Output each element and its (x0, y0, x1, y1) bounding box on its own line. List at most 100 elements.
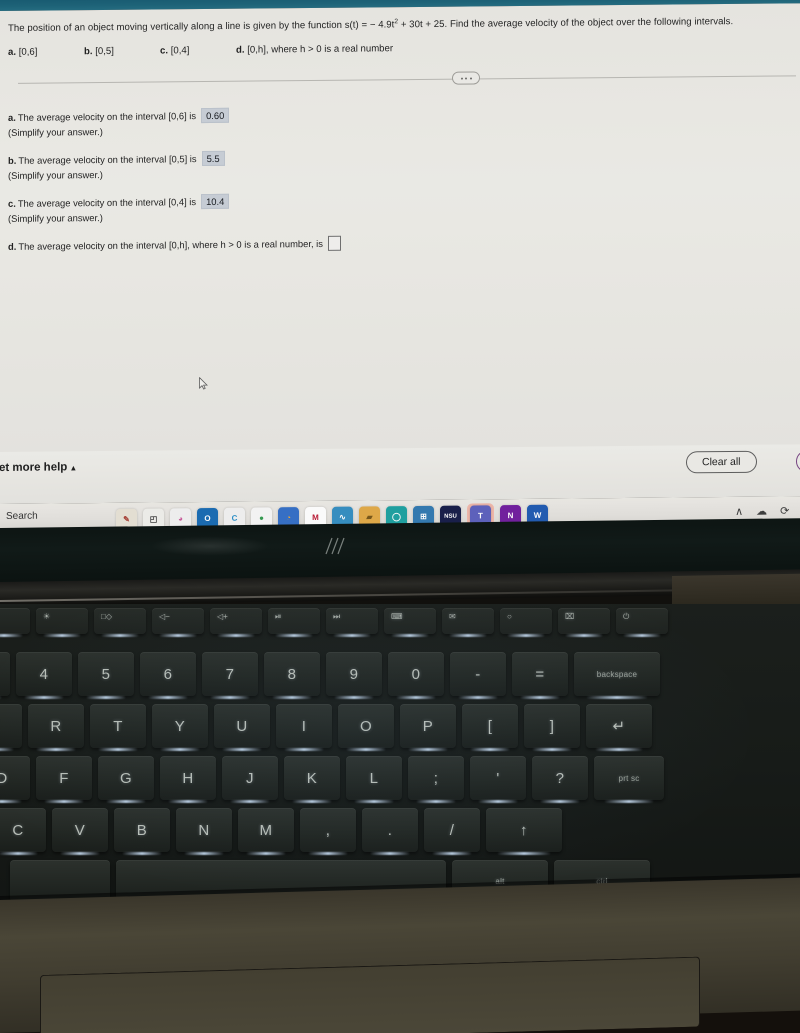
key-l[interactable]: L (346, 756, 402, 800)
problem-statement: The position of an object moving vertica… (8, 11, 800, 35)
key-4[interactable]: 4 (16, 652, 72, 696)
key-c[interactable]: C (0, 808, 46, 852)
onedrive-icon[interactable]: ☁ (756, 505, 767, 518)
key-f11-airplane[interactable]: ○ (500, 608, 552, 634)
key-f9-print-fn-label: ⌨ (391, 612, 403, 621)
key-p[interactable]: P (400, 704, 456, 748)
key-d[interactable]: D (0, 756, 30, 800)
section-divider (8, 67, 800, 91)
key-e[interactable]: E (0, 704, 22, 748)
key-d-label: D (0, 769, 8, 787)
answer-a-input[interactable]: 0.60 (201, 107, 230, 124)
taskbar-search[interactable]: Search (0, 511, 38, 522)
answer-c-input[interactable]: 10.4 (201, 193, 230, 210)
more-options-icon[interactable] (452, 71, 480, 85)
key-y-label: Y (174, 717, 186, 735)
key-f10-mail-fn-label: ✉ (449, 612, 456, 621)
key-9[interactable]: 9 (326, 652, 382, 696)
key-o[interactable]: O (338, 704, 394, 748)
key-print-screen[interactable]: prt sc (594, 756, 664, 800)
answer-line-d: d. The average velocity on the interval … (8, 231, 800, 254)
dot-1 (460, 77, 463, 80)
key-f12-camera[interactable]: ⌧ (558, 608, 610, 634)
get-more-help-button[interactable]: Get more help ▴ (0, 461, 75, 474)
key-k[interactable]: K (284, 756, 340, 800)
dot-3 (469, 77, 472, 80)
key-backspace-label: backspace (596, 669, 638, 679)
keyboard-row-4: C V B N M,. / ↑ (0, 808, 568, 852)
check-answer-button[interactable]: C (796, 449, 800, 473)
key-t[interactable]: T (90, 704, 146, 748)
key-power[interactable]: ⏻ (616, 608, 668, 634)
key-semicolon[interactable]: ; (408, 756, 464, 800)
key-f5-volume-down[interactable]: ◁− (152, 608, 204, 634)
windows-update-icon[interactable]: ⟳ (780, 504, 789, 517)
key-8[interactable]: 8 (264, 652, 320, 696)
key-arrow-up[interactable]: ↑ (486, 808, 562, 852)
answer-a-label: a. (8, 111, 16, 123)
answer-b-input[interactable]: 5.5 (201, 151, 225, 167)
key-b[interactable]: B (114, 808, 170, 852)
key-i[interactable]: I (276, 704, 332, 748)
key-bracket-left[interactable]: [ (462, 704, 518, 748)
interval-d-label: d. (236, 44, 245, 56)
key-7[interactable]: 7 (202, 652, 258, 696)
bezel-glare (150, 536, 270, 556)
key-f2-brightness-down[interactable]: ✻ (0, 608, 30, 634)
key-forward-slash-label: / (449, 821, 455, 839)
key-f11-airplane-fn-label: ○ (507, 612, 512, 621)
key-equals[interactable]: = (512, 652, 568, 696)
key-f7-play-pause[interactable]: ⏯ (268, 608, 320, 634)
key-slash-label: ? (555, 769, 565, 787)
search-input[interactable]: Search (6, 511, 38, 522)
mouse-cursor (199, 377, 208, 390)
interval-b-label: b. (84, 46, 93, 58)
key-quote[interactable]: ' (470, 756, 526, 800)
key-f3-brightness-up[interactable]: ☀ (36, 608, 88, 634)
key-g[interactable]: G (98, 756, 154, 800)
key-f10-mail[interactable]: ✉ (442, 608, 494, 634)
screenshot-root: The position of an object moving vertica… (0, 0, 800, 1033)
key-6[interactable]: 6 (140, 652, 196, 696)
key-period[interactable]: . (362, 808, 418, 852)
key-minus[interactable]: - (450, 652, 506, 696)
page-footer: Get more help▴ Clear all C (0, 444, 800, 505)
key-t-label: T (113, 717, 123, 735)
key-3[interactable]: 3 (0, 652, 10, 696)
key-f4-screen[interactable]: □◇ (94, 608, 146, 634)
key-f[interactable]: F (36, 756, 92, 800)
key-bracket-right[interactable]: ] (524, 704, 580, 748)
key-slash[interactable]: ? (532, 756, 588, 800)
key-r[interactable]: R (28, 704, 84, 748)
key-j[interactable]: J (222, 756, 278, 800)
show-hidden-icons-chevron[interactable]: ∧ (735, 505, 743, 518)
answer-block-c: c. The average velocity on the interval … (8, 188, 800, 226)
system-tray: ∧☁⟳◠ (735, 504, 800, 518)
key-equals-label: = (535, 665, 545, 683)
key-v[interactable]: V (52, 808, 108, 852)
answer-d-text: The average velocity on the interval [0,… (18, 237, 323, 252)
key-backspace[interactable]: backspace (574, 652, 660, 696)
key-comma[interactable]: , (300, 808, 356, 852)
interval-d: d. [0,h], where h > 0 is a real number (236, 43, 393, 56)
key-0[interactable]: 0 (388, 652, 444, 696)
key-m[interactable]: M (238, 808, 294, 852)
dot-2 (465, 77, 467, 80)
key-h[interactable]: H (160, 756, 216, 800)
key-5[interactable]: 5 (78, 652, 134, 696)
key-u[interactable]: U (214, 704, 270, 748)
answer-a-text: The average velocity on the interval [0,… (17, 110, 197, 123)
clear-all-button[interactable]: Clear all (686, 450, 757, 474)
key-8-label: 8 (287, 665, 297, 683)
key-y[interactable]: Y (152, 704, 208, 748)
key-enter[interactable]: ↵ (586, 704, 652, 748)
key-f4-screen-fn-label: □◇ (101, 612, 112, 621)
key-f6-volume-up[interactable]: ◁+ (210, 608, 262, 634)
answer-d-input[interactable] (327, 235, 341, 252)
key-forward-slash[interactable]: / (424, 808, 480, 852)
key-f8-next[interactable]: ⏭ (326, 608, 378, 634)
key-enter-label: ↵ (612, 718, 626, 735)
key-n[interactable]: N (176, 808, 232, 852)
key-7-label: 7 (225, 665, 235, 683)
key-f9-print[interactable]: ⌨ (384, 608, 436, 634)
